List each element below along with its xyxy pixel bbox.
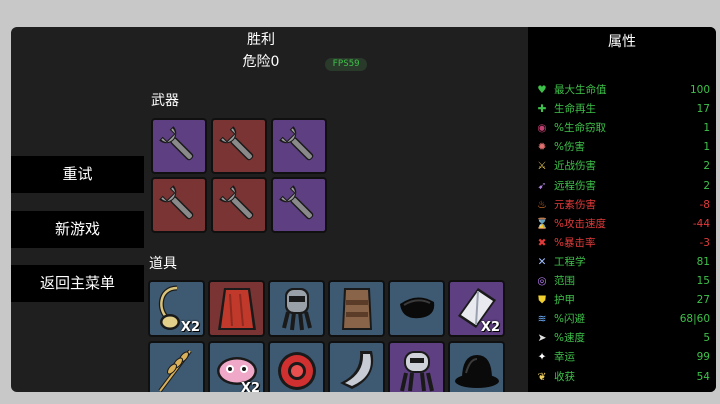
ranged-icon: ➹ <box>537 179 547 192</box>
stat-label: 最大生命值 <box>554 84 607 96</box>
item-slot-cape[interactable] <box>208 280 265 337</box>
item-quantity: X2 <box>240 381 260 392</box>
stat-value: -8 <box>699 198 710 211</box>
stat-value: 27 <box>696 294 710 307</box>
stat-label: %生命窃取 <box>554 122 606 135</box>
stat-value: 100 <box>689 84 710 96</box>
item-slot-robot-mask[interactable] <box>268 280 325 337</box>
item-slot-pendant[interactable]: X2 <box>148 280 205 337</box>
luck-icon: ✦ <box>537 351 547 364</box>
weapon-slot-wrench[interactable] <box>151 118 207 174</box>
item-quantity: X2 <box>480 320 500 335</box>
weapon-slot-wrench[interactable] <box>211 118 267 174</box>
stats-title: 属性 <box>608 34 636 50</box>
crit-icon: ✖ <box>537 236 547 249</box>
retry-button[interactable]: 重试 <box>11 156 144 193</box>
item-quantity: X2 <box>180 320 200 335</box>
item-slot-black-stone[interactable] <box>388 280 445 337</box>
stat-label: 远程伤害 <box>554 179 596 192</box>
stat-row: ➹ 远程伤害 2 <box>535 177 710 195</box>
stat-value: -44 <box>692 217 710 230</box>
stat-value: 2 <box>703 179 710 192</box>
stat-row: ➤ %速度 5 <box>535 329 710 347</box>
damage-icon: ✹ <box>537 141 547 154</box>
hourglass-icon: ⌛ <box>535 217 549 230</box>
result-title: 胜利 <box>247 32 275 48</box>
weapon-slot-wrench[interactable] <box>211 177 267 233</box>
item-slot-crystal[interactable]: X2 <box>448 280 505 337</box>
results-panel: 胜利 危险0 FPS59 武器 道具 重试 新游戏 返回主菜单 属性 ♥ 最大生命… <box>11 27 716 392</box>
speed-icon: ➤ <box>537 332 547 345</box>
stat-value: -3 <box>699 236 710 249</box>
items-heading: 道具 <box>149 256 177 272</box>
stat-label: %速度 <box>554 332 585 345</box>
fps-counter: FPS59 <box>325 58 367 71</box>
stat-row: ◎ 范围 15 <box>535 272 710 290</box>
stat-label: 范围 <box>554 275 575 287</box>
item-slot-leather-armor[interactable] <box>328 280 385 337</box>
stat-row: ⚔ 近战伤害 2 <box>535 157 710 175</box>
weapons-heading: 武器 <box>151 93 179 109</box>
stat-label: %伤害 <box>554 141 585 154</box>
stat-row: ♨ 元素伤害 -8 <box>535 196 710 214</box>
melee-icon: ⚔ <box>537 160 547 173</box>
stat-row: ✚ 生命再生 17 <box>535 100 710 118</box>
stat-row: ✦ 幸运 99 <box>535 348 710 366</box>
stat-label: 生命再生 <box>554 103 596 116</box>
item-slot-wheat[interactable] <box>148 341 205 392</box>
stat-label: %暴击率 <box>554 236 596 249</box>
stat-label: 元素伤害 <box>554 198 596 211</box>
stat-label: %攻击速度 <box>554 217 606 230</box>
danger-level: 危险0 <box>242 54 280 70</box>
stat-value: 54 <box>696 370 710 383</box>
new-game-button[interactable]: 新游戏 <box>11 211 144 248</box>
stat-label: 近战伤害 <box>554 160 596 173</box>
stat-row: ♥ 最大生命值 100 <box>535 81 710 99</box>
item-slot-horn[interactable] <box>328 341 385 392</box>
stat-label: 收获 <box>554 370 575 383</box>
stat-value: 15 <box>696 275 710 287</box>
engineering-icon: ✕ <box>537 255 547 268</box>
stats-panel: 属性 ♥ 最大生命值 100 ✚ 生命再生 17 ◉ %生命窃取 1 ✹ %伤害 1 ⚔ 近战伤害 2 ➹ 远程… <box>528 27 716 392</box>
stat-row: ✖ %暴击率 -3 <box>535 234 710 252</box>
armor-icon: ⛊ <box>538 294 546 307</box>
stat-value: 17 <box>696 103 710 116</box>
dodge-icon: ≋ <box>537 313 547 326</box>
stat-row: ⛊ 护甲 27 <box>535 291 710 309</box>
stat-label: 工程学 <box>554 255 586 268</box>
heart-icon: ♥ <box>537 84 547 96</box>
lifesteal-icon: ◉ <box>537 122 547 135</box>
item-slot-red-disc[interactable] <box>268 341 325 392</box>
item-slot-robot-head[interactable] <box>388 341 445 392</box>
stat-value: 68|60 <box>679 313 710 326</box>
stat-value: 99 <box>696 351 710 364</box>
main-menu-button[interactable]: 返回主菜单 <box>11 265 144 302</box>
elemental-icon: ♨ <box>537 198 547 211</box>
stat-row: ≋ %闪避 68|60 <box>535 310 710 328</box>
stat-label: 幸运 <box>554 351 575 364</box>
stat-row: ❦ 收获 54 <box>535 368 710 386</box>
stat-row: ◉ %生命窃取 1 <box>535 119 710 137</box>
stat-value: 5 <box>703 332 710 345</box>
range-icon: ◎ <box>537 275 547 287</box>
stat-row: ✕ 工程学 81 <box>535 253 710 271</box>
item-slot-bowler-hat[interactable] <box>448 341 505 392</box>
stat-label: %闪避 <box>554 313 585 326</box>
stat-value: 1 <box>703 141 710 154</box>
stat-row: ⌛ %攻击速度 -44 <box>535 215 710 233</box>
item-slot-pink-creature[interactable]: X2 <box>208 341 265 392</box>
weapon-slot-wrench[interactable] <box>271 177 327 233</box>
stat-value: 2 <box>703 160 710 173</box>
stat-label: 护甲 <box>554 294 575 307</box>
stat-value: 1 <box>703 122 710 135</box>
weapon-slot-wrench[interactable] <box>271 118 327 174</box>
regen-icon: ✚ <box>537 103 547 116</box>
harvest-icon: ❦ <box>537 370 547 383</box>
stat-row: ✹ %伤害 1 <box>535 138 710 156</box>
stat-value: 81 <box>696 255 710 268</box>
weapon-slot-wrench[interactable] <box>151 177 207 233</box>
